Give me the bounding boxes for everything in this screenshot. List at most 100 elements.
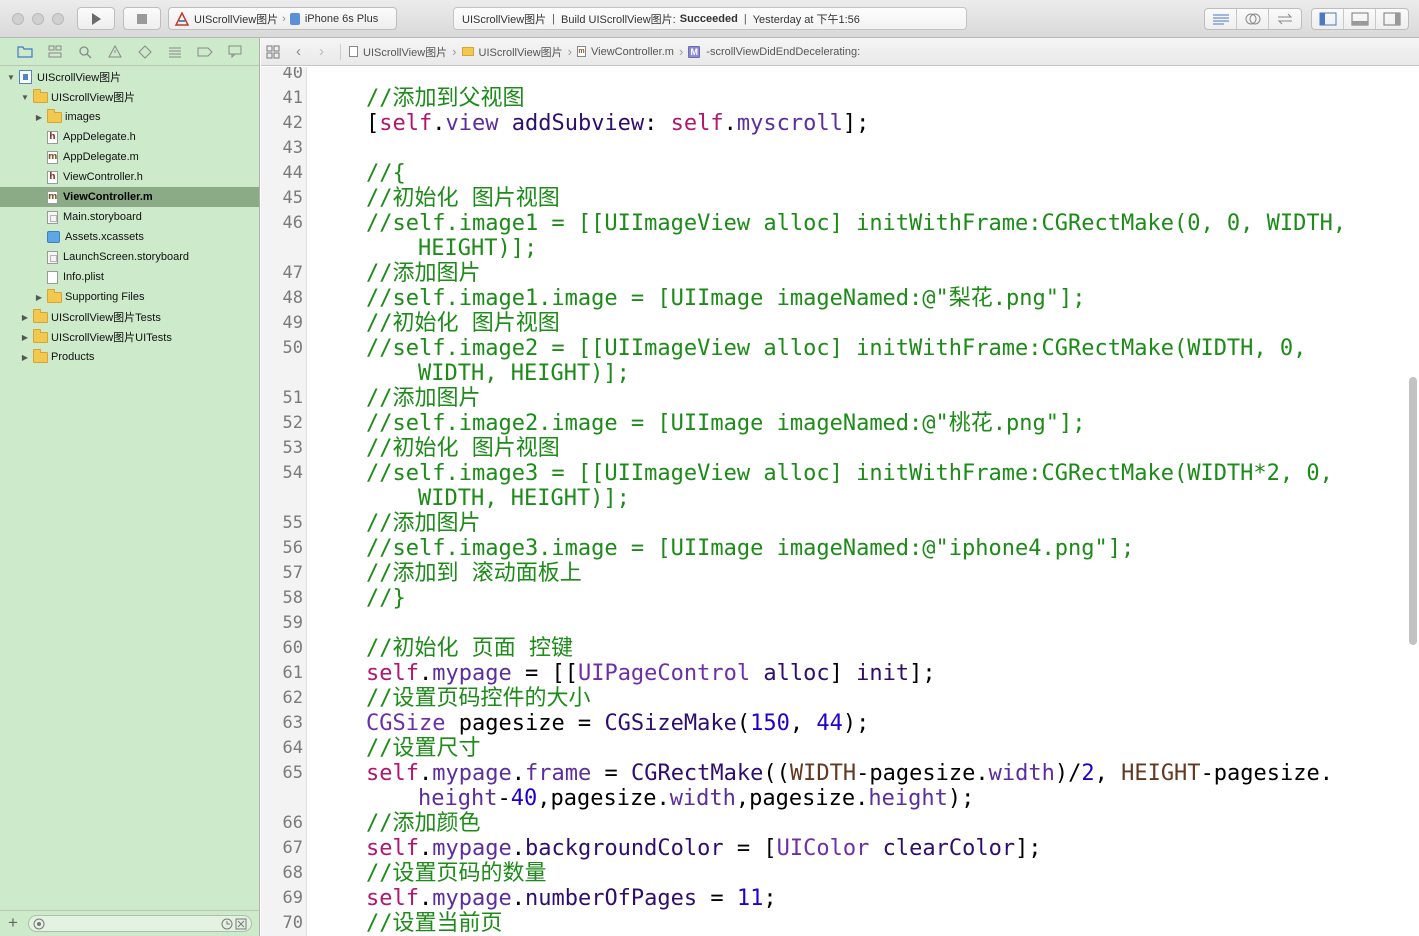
code-line[interactable]: //self.image3.image = [UIImage imageName… xyxy=(366,536,1134,561)
line-number[interactable]: 52 xyxy=(261,411,303,436)
code-line[interactable]: //设置尺寸 xyxy=(366,736,481,761)
code-line[interactable]: //self.image1.image = [UIImage imageName… xyxy=(366,286,1086,311)
scm-status-icon[interactable] xyxy=(235,918,247,930)
file-tree-item[interactable]: h ViewController.h xyxy=(0,167,259,187)
disclosure-closed-icon[interactable]: ▶ xyxy=(20,333,30,342)
code-line[interactable]: //设置页码控件的大小 xyxy=(366,686,591,711)
assistant-editor-button[interactable] xyxy=(1237,9,1269,29)
tab-debug-navigator[interactable] xyxy=(160,42,190,62)
code-line[interactable]: self.mypage.numberOfPages = 11; xyxy=(366,886,777,911)
line-number[interactable]: 44 xyxy=(261,161,303,186)
code-line[interactable]: //添加图片 xyxy=(366,261,481,286)
file-tree-item[interactable]: ▼ UIScrollView图片 xyxy=(0,67,259,87)
line-number[interactable]: 54 xyxy=(261,461,303,486)
line-number[interactable]: 47 xyxy=(261,261,303,286)
line-number[interactable]: 48 xyxy=(261,286,303,311)
jumpbar-project[interactable]: UIScrollView图片 xyxy=(349,44,447,60)
tab-symbol-navigator[interactable] xyxy=(40,42,70,62)
tab-project-navigator[interactable] xyxy=(10,42,40,62)
line-number[interactable]: 63 xyxy=(261,711,303,736)
line-number[interactable]: 55 xyxy=(261,511,303,536)
file-tree-item[interactable]: h AppDelegate.h xyxy=(0,127,259,147)
related-items-icon[interactable] xyxy=(266,45,280,59)
jumpbar-group[interactable]: UIScrollView图片 xyxy=(461,44,563,60)
line-number[interactable]: 68 xyxy=(261,861,303,886)
line-number[interactable]: 69 xyxy=(261,886,303,911)
code-line[interactable]: //添加图片 xyxy=(366,511,481,536)
disclosure-closed-icon[interactable]: ▶ xyxy=(34,293,44,302)
code-line-continuation[interactable]: HEIGHT)]; xyxy=(418,236,537,261)
disclosure-open-icon[interactable]: ▼ xyxy=(6,73,16,82)
file-tree-item[interactable]: ▶ images xyxy=(0,107,259,127)
line-number[interactable]: 57 xyxy=(261,561,303,586)
code-line[interactable]: //self.image2.image = [UIImage imageName… xyxy=(366,411,1086,436)
code-line[interactable]: //self.image1 = [[UIImageView alloc] ini… xyxy=(366,211,1346,236)
navigator-filter-field[interactable] xyxy=(28,915,252,932)
line-number[interactable]: 60 xyxy=(261,636,303,661)
tab-report-navigator[interactable] xyxy=(220,42,250,62)
line-number[interactable]: 42 xyxy=(261,111,303,136)
line-number[interactable]: 65 xyxy=(261,761,303,786)
vertical-scrollbar-thumb[interactable] xyxy=(1409,377,1417,645)
line-number[interactable]: 45 xyxy=(261,186,303,211)
line-number[interactable]: 70 xyxy=(261,911,303,936)
version-editor-button[interactable] xyxy=(1269,9,1301,29)
utilities-toggle-button[interactable] xyxy=(1376,9,1408,29)
back-button[interactable]: ‹ xyxy=(296,43,301,60)
line-number[interactable]: 41 xyxy=(261,86,303,111)
code-line[interactable]: //初始化 页面 控键 xyxy=(366,636,573,661)
line-number[interactable]: 59 xyxy=(261,611,303,636)
code-line[interactable]: self.mypage = [[UIPageControl alloc] ini… xyxy=(366,661,936,686)
debug-toggle-button[interactable] xyxy=(1344,9,1376,29)
disclosure-closed-icon[interactable]: ▶ xyxy=(20,353,30,362)
code-line[interactable]: //初始化 图片视图 xyxy=(366,186,560,211)
jumpbar-method[interactable]: M -scrollViewDidEndDecelerating: xyxy=(688,45,860,58)
scheme-selector[interactable]: UIScrollView图片 › iPhone 6s Plus xyxy=(168,7,397,30)
code-line[interactable]: //} xyxy=(366,586,406,611)
line-number[interactable]: 62 xyxy=(261,686,303,711)
line-number[interactable]: 61 xyxy=(261,661,303,686)
code-line[interactable]: //self.image2 = [[UIImageView alloc] ini… xyxy=(366,336,1306,361)
disclosure-open-icon[interactable]: ▼ xyxy=(20,93,30,102)
jumpbar-file[interactable]: m ViewController.m xyxy=(577,46,674,58)
file-tree-item[interactable]: Info.plist xyxy=(0,267,259,287)
code-line[interactable]: self.mypage.frame = CGRectMake((WIDTH-pa… xyxy=(366,761,1333,786)
line-number[interactable]: 46 xyxy=(261,211,303,236)
file-tree-item[interactable]: LaunchScreen.storyboard xyxy=(0,247,259,267)
source-editor[interactable]: 40 41 42 43 44 45 46 47 48 49 50 51 52 53 54 55 56 57 58 59… xyxy=(261,67,1419,936)
line-number[interactable]: 64 xyxy=(261,736,303,761)
code-line-continuation[interactable]: height-40,pagesize.width,pagesize.height… xyxy=(418,786,974,811)
line-number[interactable]: 56 xyxy=(261,536,303,561)
stop-button[interactable] xyxy=(123,7,161,30)
file-tree-item[interactable]: ▶ UIScrollView图片Tests xyxy=(0,307,259,327)
tab-breakpoint-navigator[interactable] xyxy=(190,42,220,62)
code-line[interactable]: //添加图片 xyxy=(366,386,481,411)
line-number[interactable]: 49 xyxy=(261,311,303,336)
line-number-gutter[interactable]: 40 41 42 43 44 45 46 47 48 49 50 51 52 53 54 55 56 57 58 59… xyxy=(261,67,307,936)
disclosure-closed-icon[interactable]: ▶ xyxy=(34,113,44,122)
code-line[interactable]: //添加到 滚动面板上 xyxy=(366,561,582,586)
standard-editor-button[interactable] xyxy=(1205,9,1237,29)
disclosure-closed-icon[interactable]: ▶ xyxy=(20,313,30,322)
run-button[interactable] xyxy=(77,7,115,30)
zoom-window-button[interactable] xyxy=(52,13,64,25)
close-window-button[interactable] xyxy=(12,13,24,25)
forward-button[interactable]: › xyxy=(319,43,324,60)
code-line[interactable]: //设置页码的数量 xyxy=(366,861,547,886)
code-line-continuation[interactable]: WIDTH, HEIGHT)]; xyxy=(418,486,630,511)
code-line[interactable]: //添加到父视图 xyxy=(366,86,525,111)
line-number[interactable]: 40 xyxy=(261,67,303,86)
code-line[interactable]: CGSize pagesize = CGSizeMake(150, 44); xyxy=(366,711,869,736)
code-line-continuation[interactable]: WIDTH, HEIGHT)]; xyxy=(418,361,630,386)
line-number[interactable]: 51 xyxy=(261,386,303,411)
file-tree-item[interactable]: ▶ UIScrollView图片UITests xyxy=(0,327,259,347)
add-icon[interactable]: + xyxy=(8,913,18,933)
code-line[interactable]: //设置当前页 xyxy=(366,911,503,936)
file-tree-item[interactable]: ▶ Supporting Files xyxy=(0,287,259,307)
file-tree-item[interactable]: Assets.xcassets xyxy=(0,227,259,247)
line-number[interactable]: 53 xyxy=(261,436,303,461)
code-line[interactable]: //初始化 图片视图 xyxy=(366,311,560,336)
line-number[interactable]: 67 xyxy=(261,836,303,861)
line-number[interactable]: 66 xyxy=(261,811,303,836)
file-tree-item[interactable]: Main.storyboard xyxy=(0,207,259,227)
